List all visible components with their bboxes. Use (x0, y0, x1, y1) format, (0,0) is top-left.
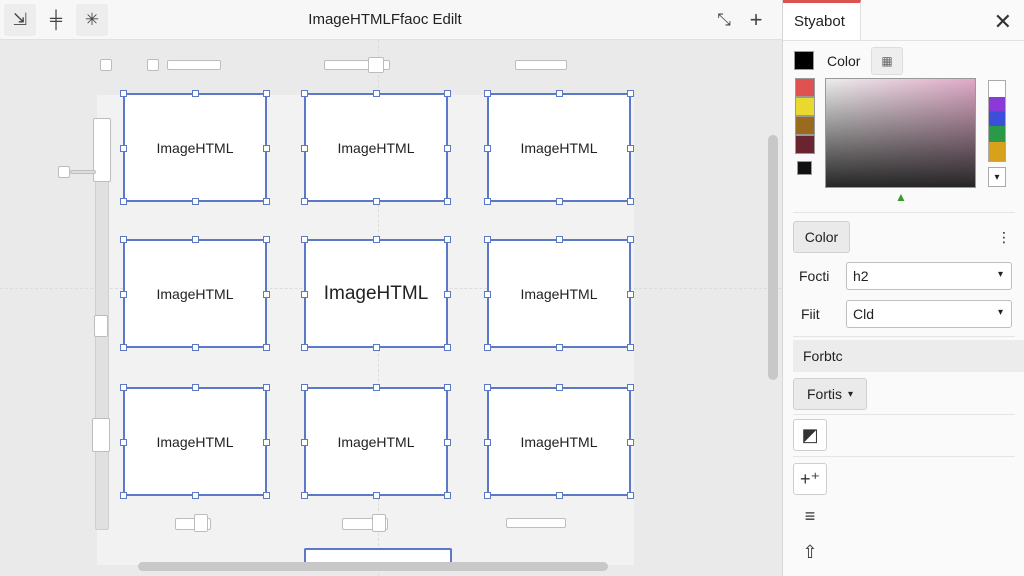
slider-knob[interactable] (194, 514, 208, 532)
horizontal-scrollbar[interactable] (138, 562, 608, 571)
chevron-down-icon: ▾ (847, 388, 854, 400)
swatch-red[interactable] (795, 78, 815, 97)
vertical-slider-knob[interactable] (94, 315, 108, 337)
fonts-button[interactable]: Forbtc (793, 340, 1024, 372)
frame-label: ImageHTML (520, 139, 598, 156)
image-frame[interactable]: ImageHTML (301, 384, 451, 499)
slider-handle[interactable] (167, 60, 221, 70)
close-icon[interactable]: ✕ (994, 9, 1012, 35)
swatch-brown[interactable] (795, 116, 815, 135)
frame-label: ImageHTML (156, 433, 234, 450)
fill-value: Cld (853, 306, 875, 322)
divider (793, 212, 1015, 213)
font-value: h2 (853, 268, 869, 284)
image-frame[interactable]: ImageHTML (484, 236, 634, 351)
image-frame[interactable]: ImageHTML (120, 90, 270, 205)
color-gradient-picker[interactable] (825, 78, 976, 188)
asterisk-icon[interactable]: ✳ (76, 4, 108, 36)
checkbox-handle[interactable] (100, 59, 112, 71)
pattern-icon[interactable]: ▦ (871, 47, 903, 75)
center-handle[interactable] (368, 57, 384, 73)
slider-knob[interactable] (372, 514, 386, 532)
fonts-dropdown-label: Fortis (806, 386, 842, 402)
image-frame[interactable]: ImageHTML (120, 384, 270, 499)
frame-label: ImageHTML (323, 282, 429, 304)
swatch-maroon[interactable] (795, 135, 815, 154)
tab-label: Styabot (794, 13, 845, 30)
panel-divider (783, 40, 1024, 41)
checkbox-handle[interactable] (58, 166, 70, 178)
slider-handle[interactable] (506, 518, 566, 528)
align-icon[interactable]: ╪ (40, 4, 72, 36)
arrow-up-icon[interactable]: ⇧ (793, 536, 827, 568)
design-canvas[interactable]: ImageHTML ImageHTML ImageHTML ImageHTML … (0, 40, 782, 576)
add-icon[interactable]: +⁺ (793, 463, 827, 495)
frame-label: ImageHTML (337, 433, 415, 450)
divider (793, 336, 1015, 337)
shrink-icon[interactable]: ⤡ (708, 4, 740, 36)
font-select[interactable]: h2 ▾ (846, 262, 1012, 290)
hue-dropdown[interactable]: ▾ (988, 167, 1006, 187)
chevron-down-icon: ▾ (997, 307, 1003, 318)
frame-label: ImageHTML (156, 285, 234, 302)
connector-line (70, 170, 96, 174)
checkbox-handle[interactable] (147, 59, 159, 71)
fill-label: Fiit (801, 306, 820, 322)
tab-styabot[interactable]: Styabot (783, 0, 861, 40)
fill-select[interactable]: Cld ▾ (846, 300, 1012, 328)
window-title: ImageHTMLFfaoc Edilt (308, 11, 462, 28)
style-panel: Styabot ✕ Color ▦ ▲ ▾ Color ⋮ Focti h2 ▾… (782, 0, 1024, 576)
more-options-icon[interactable]: ⋮ (997, 229, 1011, 246)
frame-label: ImageHTML (156, 139, 234, 156)
divider (793, 414, 1015, 415)
color-button[interactable]: Color (793, 221, 850, 253)
chevron-down-icon: ▾ (997, 269, 1003, 280)
collapse-icon[interactable]: ⇲ (4, 4, 36, 36)
color-label: Color (827, 53, 861, 69)
vertical-slider-knob[interactable] (92, 418, 110, 452)
current-color-swatch[interactable] (794, 51, 814, 70)
frame-icon[interactable]: ◩ (793, 419, 827, 451)
frame-label: ImageHTML (520, 433, 598, 450)
vertical-scrollbar[interactable] (768, 135, 778, 380)
swatch-black[interactable] (797, 161, 812, 175)
frame-label: ImageHTML (337, 139, 415, 156)
plus-icon[interactable]: + (740, 4, 772, 36)
image-frame[interactable]: ImageHTML (484, 90, 634, 205)
font-label: Focti (799, 268, 830, 284)
hue-strip[interactable] (988, 80, 1006, 162)
swatch-yellow[interactable] (795, 97, 815, 116)
top-toolbar: ⇲ ╪ ✳ ImageHTMLFfaoc Edilt ⤡ + (0, 0, 782, 40)
image-frame[interactable]: ImageHTML (301, 90, 451, 205)
image-frame[interactable]: ImageHTML (120, 236, 270, 351)
image-frame-selected[interactable]: ImageHTML (301, 236, 451, 351)
gradient-marker-icon[interactable]: ▲ (895, 190, 907, 204)
divider (793, 456, 1015, 457)
image-frame[interactable]: ImageHTML (484, 384, 634, 499)
fonts-dropdown[interactable]: Fortis ▾ (793, 378, 867, 410)
slider-handle[interactable] (515, 60, 567, 70)
menu-icon[interactable]: ≡ (793, 500, 827, 532)
frame-label: ImageHTML (520, 285, 598, 302)
